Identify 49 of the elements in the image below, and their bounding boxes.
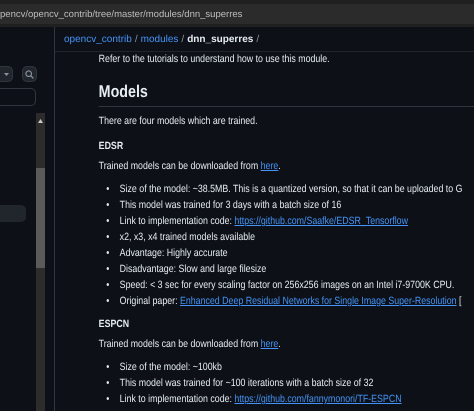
breadcrumb-separator: / (134, 34, 138, 44)
search-button[interactable] (22, 66, 37, 82)
subsection-heading: EDSR (98, 139, 124, 153)
list-item: Link to implementation code: https://github.com/Saafke/EDSR_Tensorflow (120, 214, 408, 229)
list-item: This model was trained for 3 days with a batch size of 16 (120, 198, 342, 213)
bullet: • (106, 376, 110, 391)
list-item: Link to implementation code: https://github.com/fannymonori/TF-ESPCN (120, 392, 402, 407)
address-bar[interactable]: pencv/opencv_contrib/tree/master/modules/dnn_superres (0, 4, 474, 24)
caret-icon (4, 72, 9, 76)
bullet: • (106, 360, 110, 375)
breadcrumb-current: dnn_superres (187, 34, 254, 44)
list-item: Disadvantage: Slow and large filesize (120, 262, 266, 277)
bullet: • (106, 278, 110, 293)
search-icon (25, 70, 34, 78)
paragraph: Trained models can be downloaded from here. (98, 159, 281, 174)
bullet: • (106, 182, 110, 197)
dropdown-button[interactable] (0, 66, 13, 82)
link[interactable]: here (260, 160, 278, 172)
link[interactable]: here (260, 338, 278, 350)
link[interactable]: https://github.com/fannymonori/TF-ESPCN (234, 393, 402, 405)
list-item: Advantage: Highly accurate (120, 246, 228, 261)
scrollbar[interactable] (36, 113, 45, 411)
paragraph: Trained models can be downloaded from here. (98, 337, 281, 352)
list-item: Speed: < 3 sec for every scaling factor on 256x256 images on an Intel i7-9700K CPU. (120, 278, 454, 293)
bullet: • (106, 246, 110, 261)
list-item: Original paper: Enhanced Deep Residual Networks for Single Image Super-Resolution [ (120, 294, 462, 309)
bullet: • (106, 198, 110, 213)
scrollbar-thumb[interactable] (36, 168, 45, 268)
link[interactable]: Enhanced Deep Residual Networks for Single Image Super-Resolution (180, 295, 456, 307)
bullet: • (106, 294, 110, 309)
bullet: • (106, 262, 110, 277)
list-item: This model was trained for ~100 iterations with a batch size of 32 (120, 376, 374, 391)
breadcrumb-link[interactable]: modules (140, 34, 178, 44)
list-item: x2, x3, x4 trained models available (120, 230, 255, 245)
bullet: • (106, 392, 110, 407)
filter-field[interactable] (0, 88, 36, 106)
paragraph: Refer to the tutorials to understand how to use this module. (98, 52, 330, 67)
bullet: • (106, 230, 110, 245)
paragraph: There are four models which are trained. (98, 114, 258, 129)
link[interactable]: https://github.com/Saafke/EDSR_Tensorflow (234, 215, 408, 227)
list-item: Size of the model: ~100kb (120, 360, 222, 375)
breadcrumb-link[interactable]: opencv_contrib (64, 34, 132, 44)
breadcrumb-separator: / (181, 34, 184, 44)
up-arrow-icon (38, 119, 43, 123)
section-heading: Models (98, 82, 148, 102)
breadcrumb-separator: / (256, 34, 260, 44)
list-item: Size of the model: ~38.5MB. This is a quantized version, so that it can be uploaded to G (120, 182, 462, 197)
subsection-heading: ESPCN (98, 317, 130, 331)
bullet: • (106, 214, 110, 229)
